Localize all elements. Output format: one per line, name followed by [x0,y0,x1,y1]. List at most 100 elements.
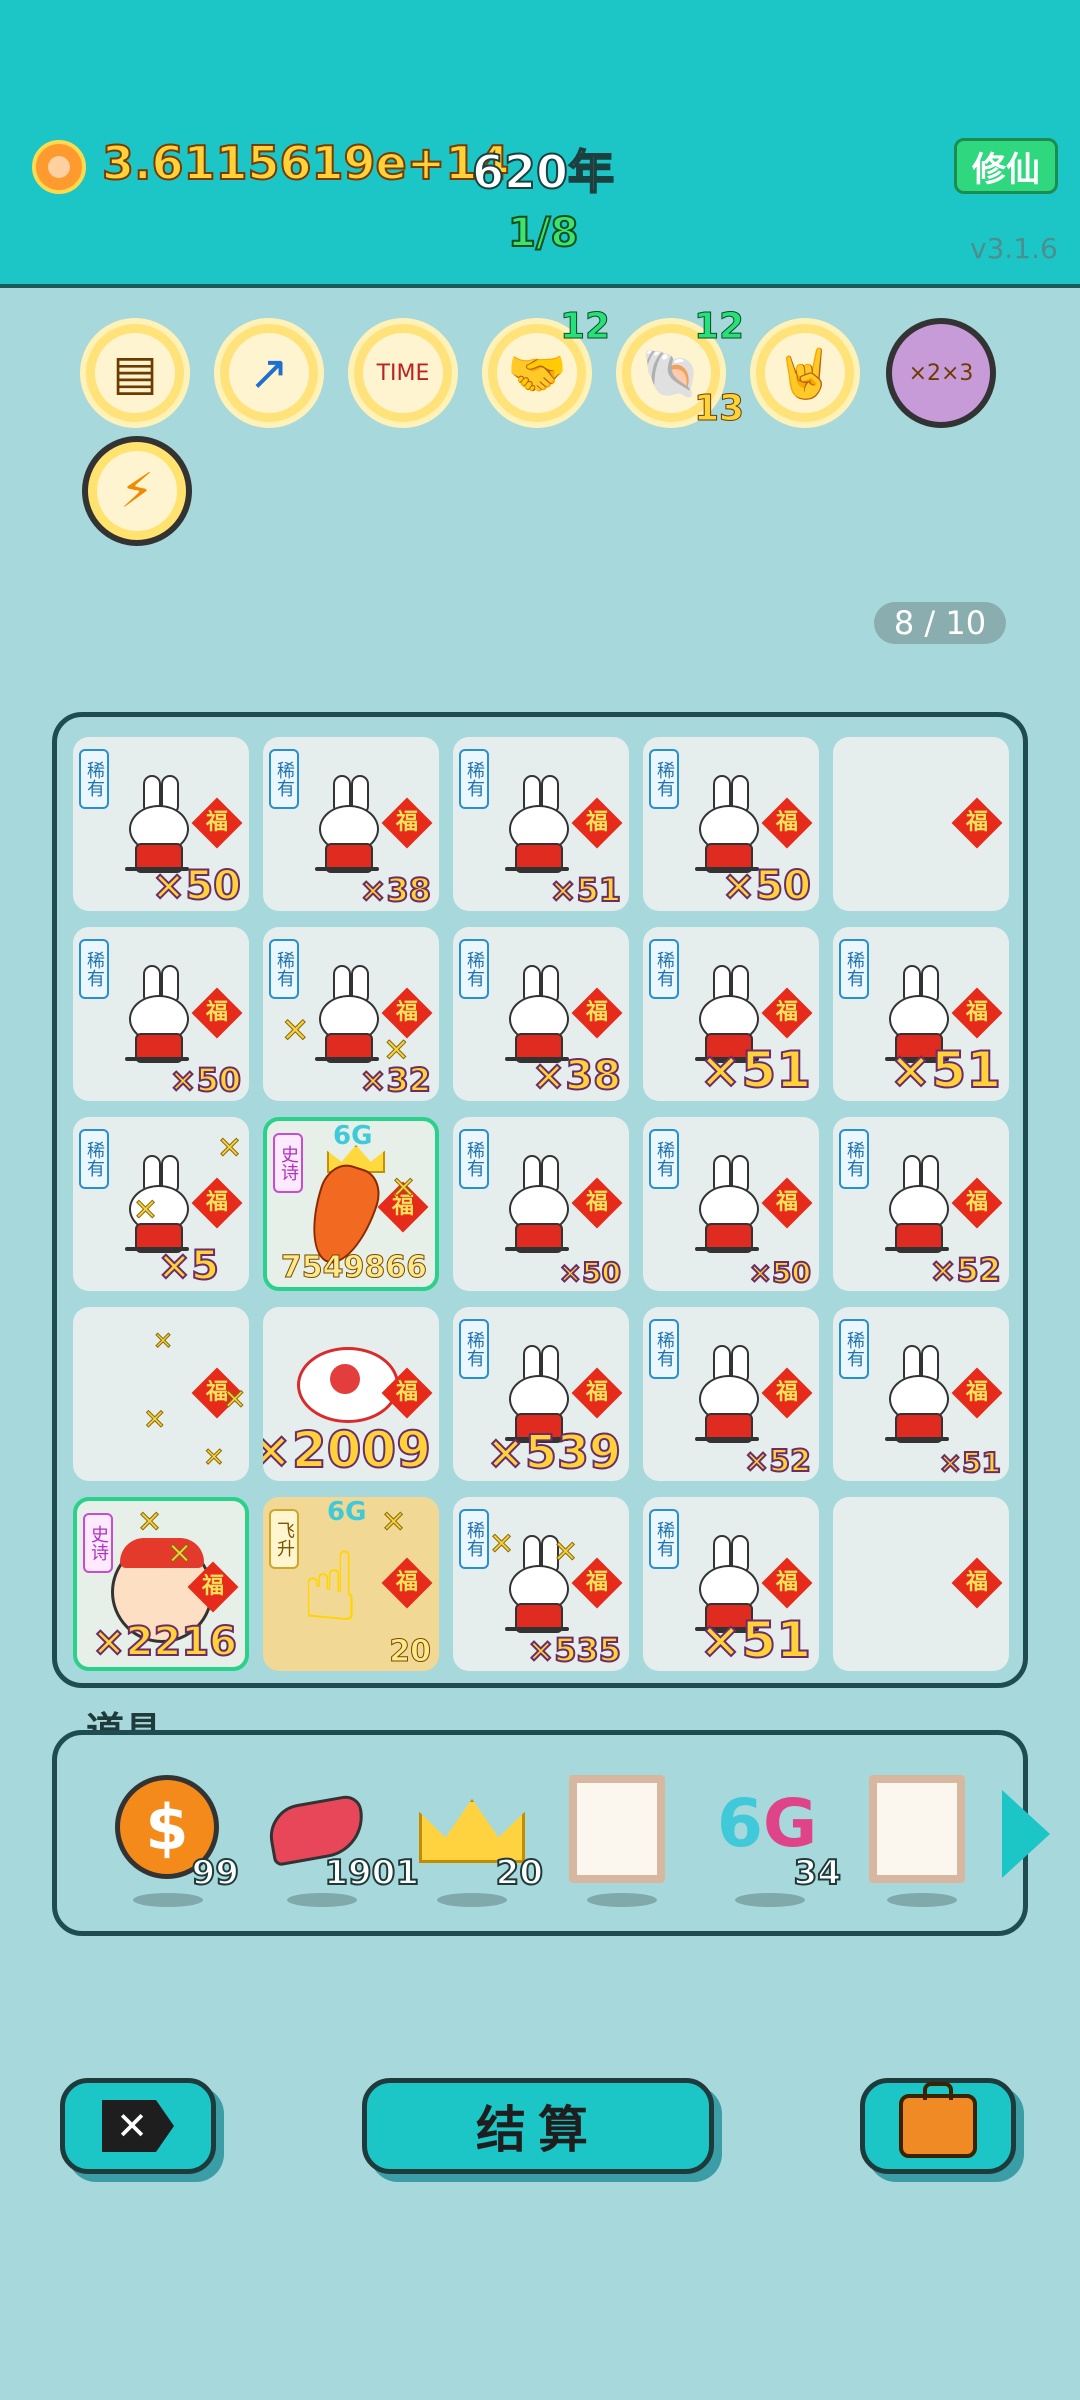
rarity-tag: 稀有 [269,749,299,809]
fu-badge: 福 [951,797,1003,849]
board-cell[interactable]: 稀有 福 ✕ ✕ ×5 [73,1117,249,1291]
board-cell[interactable]: 稀有 福 ×539 [453,1307,629,1481]
rarity-tag: 稀有 [459,1509,489,1569]
board-cell[interactable]: 稀有 福 ×51 [643,1497,819,1671]
sparkle-icon: ✕ [216,1131,243,1167]
sparkle-icon: ✕ [132,1193,159,1229]
scroll-right-arrow-icon[interactable] [1002,1790,1050,1878]
cell-count: ×51 [549,870,622,910]
item-frame[interactable] [569,1775,679,1907]
rarity-tag: 史诗 [273,1133,303,1193]
fu-badge: 福 [191,1177,243,1229]
sparkle-icon: ✕ [203,1443,226,1474]
sparkle-icon: ✕ [142,1403,167,1437]
6g-tag: 6G [333,1121,373,1151]
cell-count: ×2216 [91,1618,238,1666]
board-cell[interactable]: 稀有 福 ✕ ✕ ×32 [263,927,439,1101]
board-cell[interactable]: 稀有 福 ×52 [643,1307,819,1481]
cell-count: 7549866 [280,1250,427,1286]
rarity-tag: 稀有 [839,939,869,999]
cell-count: ×38 [359,870,432,910]
sparkle-icon: ✕ [552,1535,579,1571]
multiplier-avatar-icon[interactable]: ×2×3 [886,318,996,428]
item-crown[interactable]: 20 [419,1775,544,1907]
board-cell[interactable]: 稀有 福 ×52 [833,1117,1009,1291]
cell-count: ×51 [699,1610,812,1670]
board-cell[interactable]: 稀有 福 ×38 [263,737,439,911]
board-cell[interactable]: 稀有 福 ×51 [453,737,629,911]
version-label: v3.1.6 [970,232,1058,265]
sparkle-icon: ✕ [390,1171,417,1207]
board-cell[interactable]: 稀有 福 ×50 [73,927,249,1101]
rarity-tag: 稀有 [459,1129,489,1189]
rarity-tag: 稀有 [269,939,299,999]
sparkle-icon: ✕ [166,1537,193,1573]
board-cell[interactable]: 稀有 福 ×50 [453,1117,629,1291]
sparkle-icon: ✕ [380,1505,407,1541]
item-qty: 20 [495,1852,544,1894]
board-cell-epic[interactable]: 史诗 6G 福 ✕ 7549866 [263,1117,439,1291]
rarity-tag: 稀有 [79,939,109,999]
fu-badge: 福 [761,987,813,1039]
rabbit-icon [315,775,379,873]
bag-button[interactable] [860,2078,1016,2174]
cell-count: ×50 [721,862,812,910]
lightning-icon[interactable]: ⚡ [82,436,192,546]
item-frame[interactable] [869,1775,979,1907]
fu-badge: 福 [571,1557,623,1609]
fu-badge: 福 [381,1367,433,1419]
board-cell[interactable]: 稀有 福 ×50 [73,737,249,911]
close-button[interactable]: ✕ [60,2078,216,2174]
items-panel: $ 99 1901 20 6G 34 [52,1730,1028,1936]
cell-count: ×50 [151,862,242,910]
board-cell[interactable]: 福 ✕ ✕ ✕ ✕ [73,1307,249,1481]
rabbit-icon [505,775,569,873]
time-magazine-icon[interactable]: TIME [348,318,458,428]
skirt-icon[interactable]: ▤ [80,318,190,428]
board-cell-epic[interactable]: 史诗 福 ✕ ✕ ×2216 [73,1497,249,1671]
fu-badge: 福 [761,1177,813,1229]
item-coin[interactable]: $ 99 [115,1775,240,1907]
cell-count: 20 [389,1634,432,1670]
board-cell[interactable]: 稀有 福 ×50 [643,737,819,911]
item-liver[interactable]: 1901 [264,1775,420,1907]
fu-badge: 福 [381,797,433,849]
item-6g[interactable]: 6G 34 [717,1775,842,1907]
briefcase-icon [899,2082,977,2158]
fu-badge: 福 [191,797,243,849]
board-cell[interactable]: 稀有 福 ×50 [643,1117,819,1291]
rarity-tag: 史诗 [83,1513,113,1573]
rarity-tag: 稀有 [459,939,489,999]
cell-count: ×51 [938,1445,1002,1480]
arrow-up-icon[interactable]: ↗ [214,318,324,428]
fu-badge: 福 [761,797,813,849]
board-cell[interactable]: 稀有 福 ×51 [833,1307,1009,1481]
cultivate-button[interactable]: 修仙 [954,138,1058,194]
board-cell[interactable]: 稀有 福 ×51 [833,927,1009,1101]
fu-badge: 福 [381,1557,433,1609]
board-cell[interactable]: 稀有 福 ✕ ✕ ×535 [453,1497,629,1671]
board-cell-rise[interactable]: 飞升 6G ☝ 福 ✕ 20 [263,1497,439,1671]
settle-button[interactable]: 结算 [362,2078,714,2174]
fu-badge: 福 [187,1561,239,1613]
cell-count: ×38 [531,1052,622,1100]
cell-count: ×50 [169,1060,242,1100]
cell-count: ×535 [526,1630,622,1670]
fu-badge: 福 [951,987,1003,1039]
board-cell[interactable]: 福 [833,737,1009,911]
board-cell[interactable]: 稀有 福 ×51 [643,927,819,1101]
board-cell[interactable]: 稀有 福 ×38 [453,927,629,1101]
sparkle-icon: ✕ [488,1527,515,1563]
board-cell[interactable]: 福 ×2009 [263,1307,439,1481]
cell-count: ×50 [558,1255,622,1290]
top-bar: 3.6115619e+14 620年 修仙 1/8 v3.1.6 [0,0,1080,288]
board-cell[interactable]: 福 [833,1497,1009,1671]
fu-badge: 福 [571,1367,623,1419]
rarity-tag: 稀有 [649,1509,679,1569]
cell-count: ×539 [485,1424,622,1480]
sparkle-icon: ✕ [136,1505,163,1541]
rock-hand-icon[interactable]: 🤘 [750,318,860,428]
6g-item-icon: 6G [717,1785,818,1862]
cell-count: ×52 [743,1443,812,1480]
close-icon: ✕ [102,2100,174,2152]
